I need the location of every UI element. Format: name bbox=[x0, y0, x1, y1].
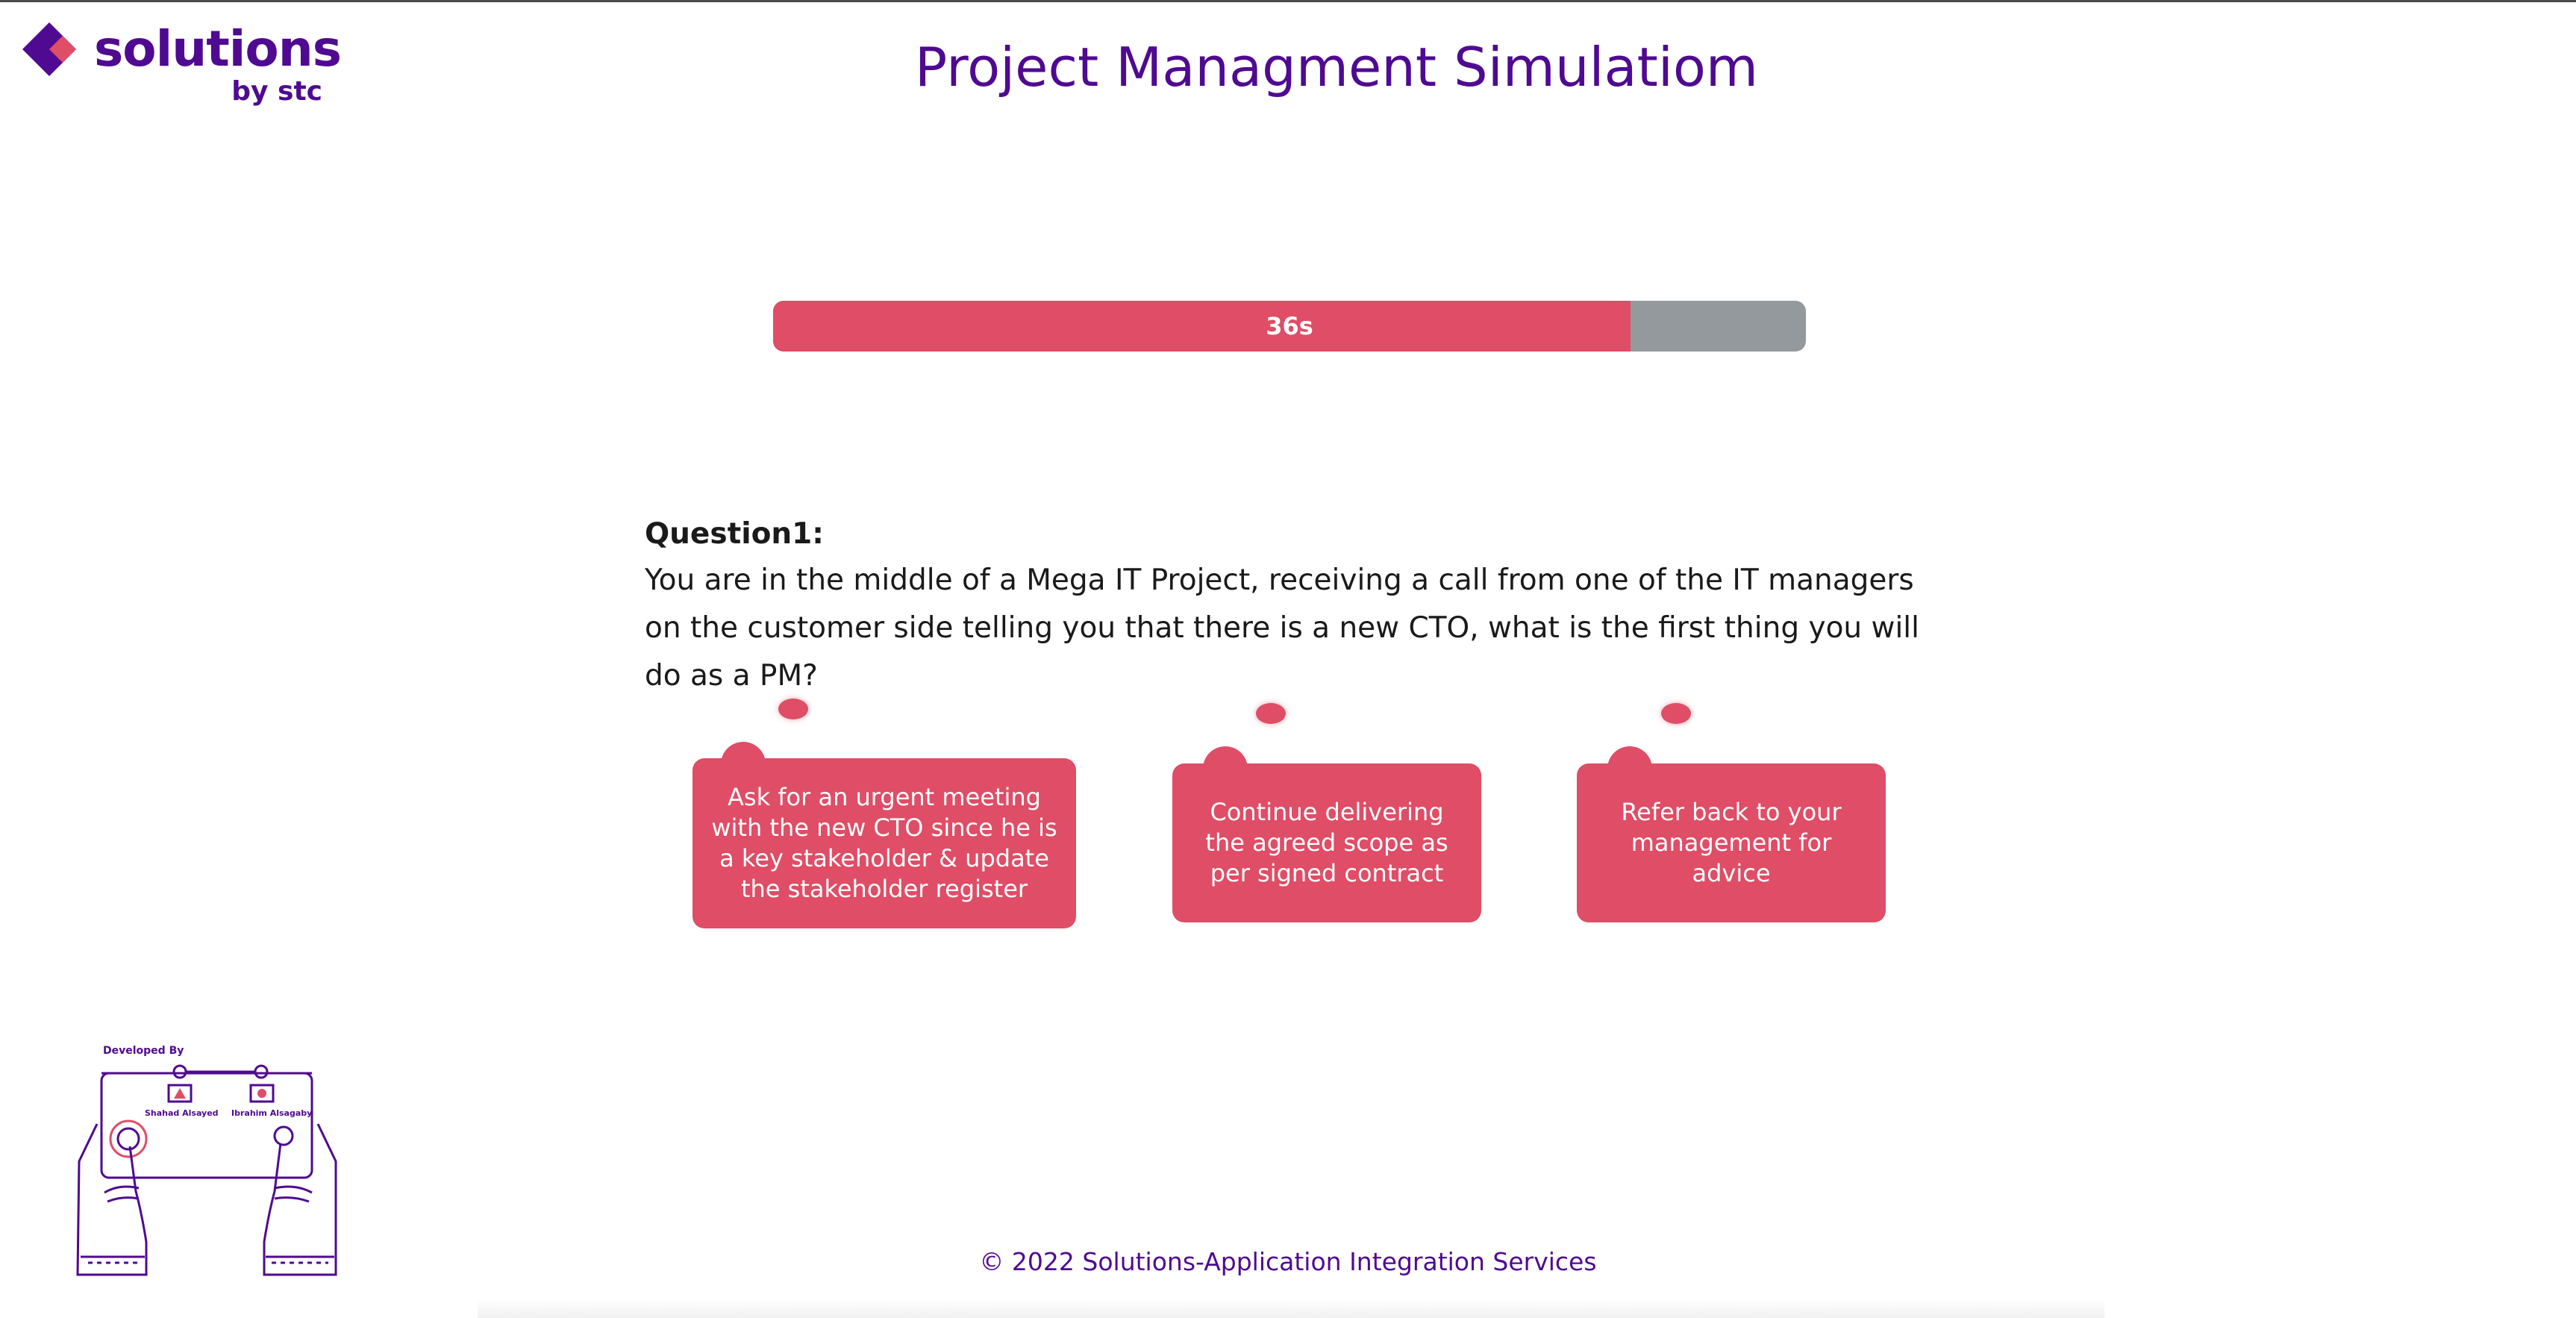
timer-label: 36s bbox=[1266, 312, 1313, 340]
timer-progress-bar: 36s bbox=[773, 301, 1806, 352]
developer-name-1: Shahad Alsayed bbox=[145, 1108, 219, 1118]
answer-marker-dot bbox=[1256, 703, 1286, 724]
developer-name-2: Ibrahim Alsagaby bbox=[231, 1108, 313, 1118]
question-text: You are in the middle of a Mega IT Proje… bbox=[645, 563, 1919, 693]
page-title: Project Managment Simulatiom bbox=[914, 36, 1759, 99]
bottom-shade bbox=[478, 1300, 2104, 1318]
answer-marker-dot bbox=[778, 699, 808, 719]
answer-button-3[interactable]: Refer back to your management for advice bbox=[1577, 763, 1886, 922]
question-block: Question1: You are in the middle of a Me… bbox=[645, 512, 1928, 700]
answer-button-2[interactable]: Continue delivering the agreed scope as … bbox=[1172, 763, 1481, 922]
footer-copyright: © 2022 Solutions-Application Integration… bbox=[979, 1247, 1597, 1276]
answer-marker-dot bbox=[1661, 703, 1691, 724]
answer-button-1[interactable]: Ask for an urgent meeting with the new C… bbox=[693, 758, 1076, 928]
top-border bbox=[0, 0, 2576, 2]
question-heading: Question1: bbox=[645, 517, 824, 551]
